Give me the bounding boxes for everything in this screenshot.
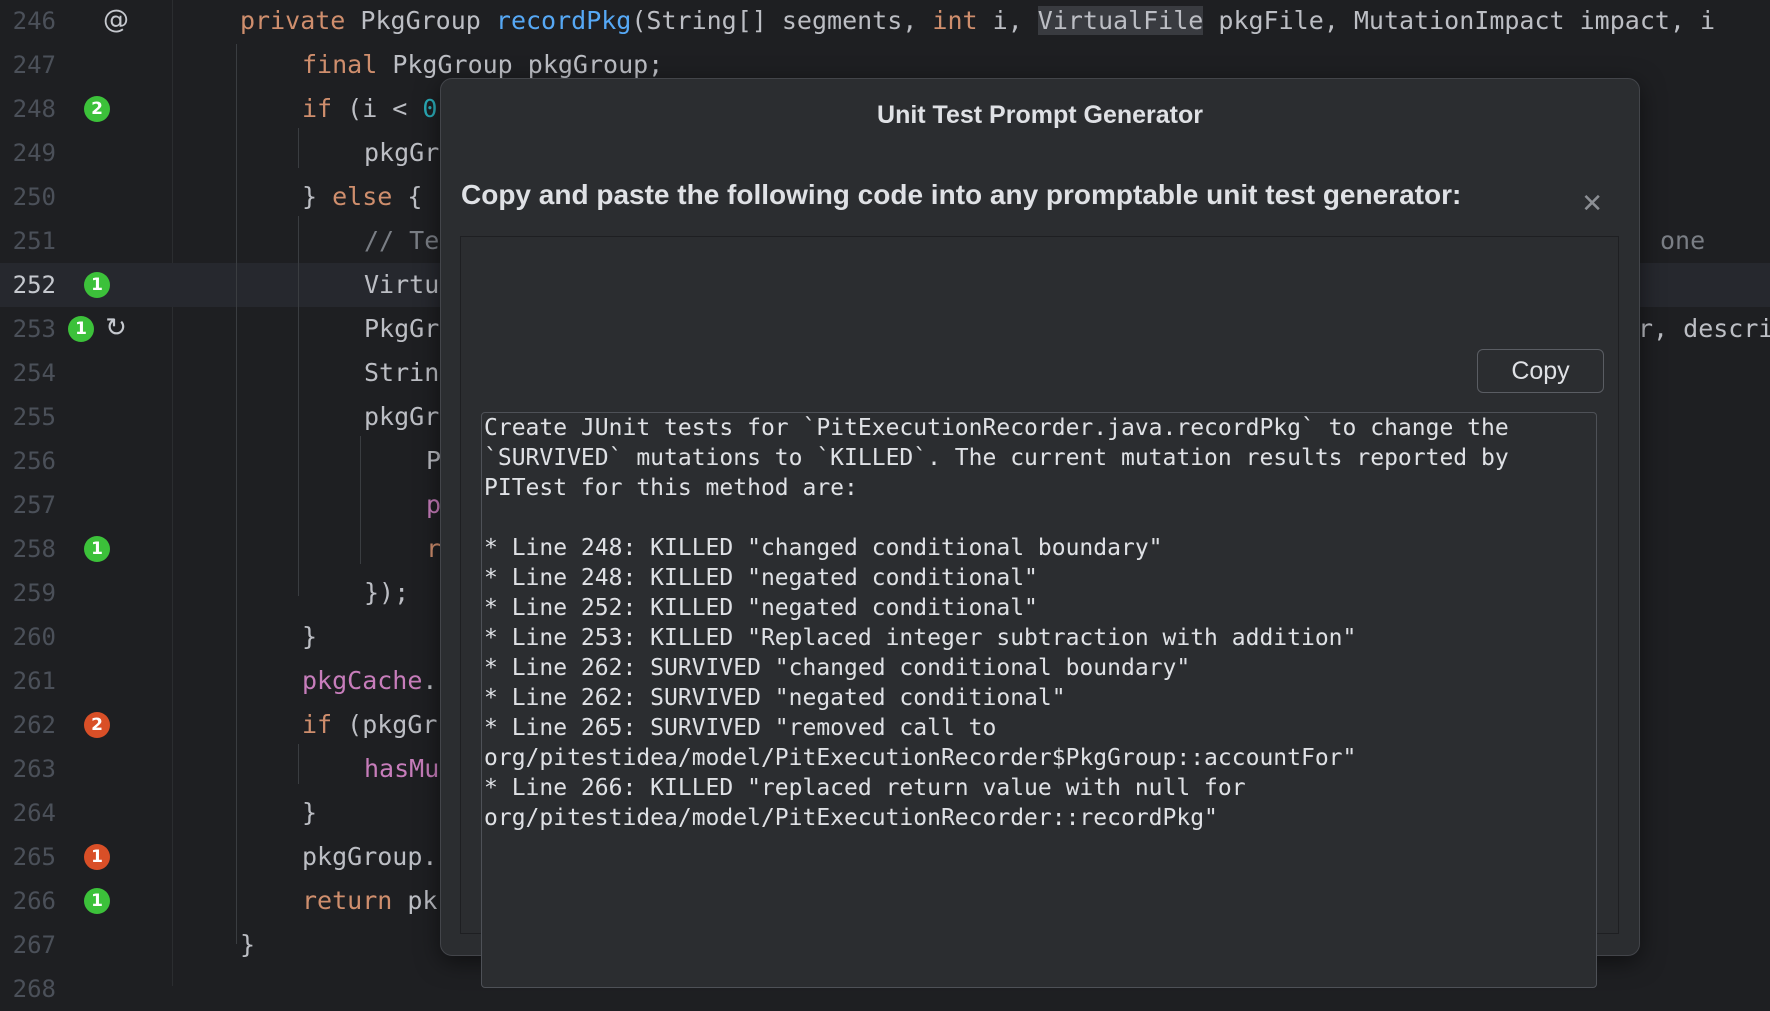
code-text: if (pkgGr bbox=[302, 710, 438, 739]
line-number: 266 bbox=[12, 887, 56, 915]
rerun-icon[interactable]: ↻ bbox=[101, 313, 131, 343]
code-text: } bbox=[302, 622, 318, 651]
prompt-text-area[interactable]: Create JUnit tests for `PitExecutionReco… bbox=[481, 412, 1597, 988]
line-number: 247 bbox=[12, 51, 56, 79]
killed-mutations-badge[interactable]: 2 bbox=[84, 96, 110, 122]
line-number: 253 bbox=[12, 315, 56, 343]
line-number: 256 bbox=[12, 447, 56, 475]
prompt-panel: Copy Create JUnit tests for `PitExecutio… bbox=[460, 236, 1619, 988]
survived-mutations-badge[interactable]: 2 bbox=[84, 712, 110, 738]
killed-mutations-badge[interactable]: 1 bbox=[84, 536, 110, 562]
code-text: P bbox=[426, 446, 442, 475]
killed-mutations-badge[interactable]: 1 bbox=[68, 316, 94, 342]
line-number: 267 bbox=[12, 931, 56, 959]
line-number: 254 bbox=[12, 359, 56, 387]
code-text: }); bbox=[364, 578, 410, 607]
code-text: } bbox=[302, 798, 318, 827]
line-number: 246 bbox=[12, 7, 56, 35]
code-text-right: r, descri bbox=[1638, 314, 1770, 343]
indent-guide bbox=[298, 216, 299, 596]
code-text: } else { bbox=[302, 182, 423, 211]
line-number: 248 bbox=[12, 95, 56, 123]
line-number: 255 bbox=[12, 403, 56, 431]
code-text: pkgGr bbox=[364, 402, 440, 431]
code-text: // Te bbox=[364, 226, 440, 255]
indent-guide bbox=[298, 128, 299, 168]
code-text: pkgGroup. bbox=[302, 842, 438, 871]
copy-button[interactable]: Copy bbox=[1477, 349, 1604, 393]
line-number: 260 bbox=[12, 623, 56, 651]
at-sign-icon[interactable]: @ bbox=[101, 5, 131, 35]
dialog-subtitle: Copy and paste the following code into a… bbox=[461, 179, 1462, 210]
line-number: 249 bbox=[12, 139, 56, 167]
line-number: 264 bbox=[12, 799, 56, 827]
code-text: hasMu bbox=[364, 754, 440, 783]
line-number: 257 bbox=[12, 491, 56, 519]
dialog-title: Unit Test Prompt Generator bbox=[877, 101, 1203, 129]
line-number: 268 bbox=[12, 975, 56, 1003]
killed-mutations-badge[interactable]: 1 bbox=[84, 888, 110, 914]
code-text-right: one bbox=[1660, 226, 1706, 255]
indent-guide bbox=[298, 744, 299, 784]
indent-guide bbox=[360, 436, 361, 564]
line-number: 262 bbox=[12, 711, 56, 739]
code-line[interactable]: 246 @ private PkgGroup recordPkg(String[] … bbox=[0, 0, 1770, 43]
line-number: 265 bbox=[12, 843, 56, 871]
line-number: 252 bbox=[12, 271, 56, 299]
code-text: PkgGr bbox=[364, 314, 440, 343]
line-number: 250 bbox=[12, 183, 56, 211]
code-text: Virtu bbox=[364, 270, 440, 299]
killed-mutations-badge[interactable]: 1 bbox=[84, 272, 110, 298]
code-text: private PkgGroup recordPkg(String[] segm… bbox=[240, 6, 1716, 35]
code-text: r bbox=[426, 534, 442, 563]
code-text: p bbox=[426, 490, 442, 519]
indent-guide bbox=[236, 44, 237, 944]
line-number: 258 bbox=[12, 535, 56, 563]
close-icon[interactable]: ✕ bbox=[1581, 191, 1603, 217]
code-text: if (i < 0 bbox=[302, 94, 438, 123]
line-number: 259 bbox=[12, 579, 56, 607]
line-number: 251 bbox=[12, 227, 56, 255]
code-text: return pk bbox=[302, 886, 438, 915]
line-number: 263 bbox=[12, 755, 56, 783]
unit-test-prompt-dialog: Unit Test Prompt Generator Copy and past… bbox=[440, 78, 1640, 988]
code-text: Strin bbox=[364, 358, 440, 387]
code-text: pkgCache. bbox=[302, 666, 438, 695]
code-text: } bbox=[240, 930, 256, 959]
code-text: pkgGr bbox=[364, 138, 440, 167]
survived-mutations-badge[interactable]: 1 bbox=[84, 844, 110, 870]
line-number: 261 bbox=[12, 667, 56, 695]
